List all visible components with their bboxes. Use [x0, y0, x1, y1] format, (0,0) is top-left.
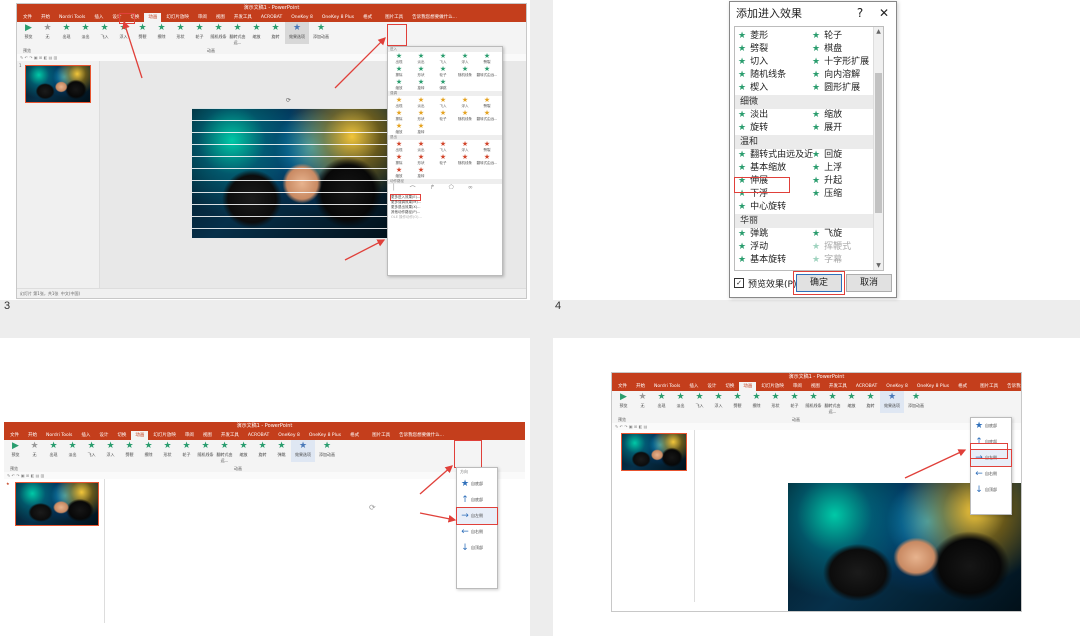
- close-icon[interactable]: ✕: [872, 6, 896, 20]
- effect-item[interactable]: ★ 旋转: [735, 122, 809, 135]
- annotation-box-stretch: [734, 177, 790, 193]
- star-icon: ★: [738, 229, 747, 239]
- star-icon: ★: [738, 242, 747, 252]
- effect-item[interactable]: ★ 菱形: [735, 30, 809, 43]
- effect-row: ★ 随机线条 ★ 向内溶解: [735, 69, 883, 82]
- scroll-up-icon[interactable]: ▲: [874, 28, 883, 35]
- effect-list: ★ 菱形 ★ 轮子 ★ 劈裂 ★ 棋盘 ★ 切入 ★ 十字形扩展 ★ 随机线条 ★ 向内溶解 ★ 楔入 ★ 圆形扩展细…: [734, 26, 884, 271]
- star-icon: ★: [812, 255, 821, 265]
- star-icon: ★: [738, 70, 747, 80]
- effect-item: [809, 201, 883, 214]
- effect-item[interactable]: ★ 中心旋转: [735, 201, 809, 214]
- star-icon: ★: [812, 44, 821, 54]
- effect-item[interactable]: ★ 展开: [809, 122, 883, 135]
- star-icon: ★: [812, 242, 821, 252]
- effect-item[interactable]: ★ 淡出: [735, 109, 809, 122]
- star-icon: ★: [738, 57, 747, 67]
- annotation-arrows-3: [419, 465, 457, 523]
- effect-item[interactable]: ★ 弹跳: [735, 228, 809, 241]
- preview-label: 预览效果(P): [748, 279, 797, 290]
- effect-item[interactable]: ★ 基本缩放: [735, 162, 809, 175]
- effect-item[interactable]: ★ 浮动: [735, 241, 809, 254]
- effect-item[interactable]: ★ 飞旋: [809, 228, 883, 241]
- category-exciting: 华丽: [735, 214, 883, 228]
- star-icon: ★: [812, 31, 821, 41]
- panel-1: 演示文稿1 - PowerPoint 文件 开始 Nordri Tools 插入 设计切…: [0, 0, 530, 312]
- scrollbar-thumb[interactable]: [875, 73, 882, 213]
- panel-number-3: 3: [4, 300, 11, 312]
- effect-item[interactable]: ★ 压缩: [809, 188, 883, 201]
- effect-item[interactable]: ★ 轮子: [809, 30, 883, 43]
- star-icon: ★: [738, 202, 747, 212]
- effect-item[interactable]: ★ 十字形扩展: [809, 56, 883, 69]
- effect-row: ★ 翻转式由远及近 ★ 回旋: [735, 149, 883, 162]
- star-icon: ★: [738, 163, 747, 173]
- effect-item[interactable]: ★ 楔入: [735, 82, 809, 95]
- effect-item[interactable]: ★ 缩放: [809, 109, 883, 122]
- effect-row: ★ 基本旋转 ★ 字幕: [735, 254, 883, 267]
- star-icon: ★: [738, 83, 747, 93]
- effect-item[interactable]: ★ 字幕: [809, 254, 883, 267]
- cancel-button[interactable]: 取消: [846, 274, 892, 292]
- preview-checkbox[interactable]: ✓: [734, 278, 744, 288]
- star-icon: ★: [738, 110, 747, 120]
- star-icon: ★: [812, 70, 821, 80]
- annotation-arrows: [122, 20, 386, 261]
- effect-item[interactable]: ★ 随机线条: [735, 69, 809, 82]
- panel-4: 演示文稿1 - PowerPoint 文件 开始 Nordri Tools 插入 设计切…: [553, 338, 1080, 636]
- effect-item[interactable]: ★ 切入: [735, 56, 809, 69]
- dialog-title: 添加进入效果: [736, 7, 802, 20]
- effect-item[interactable]: ★ 翻转式由远及近: [735, 149, 813, 162]
- star-icon: ★: [738, 31, 747, 41]
- annotation-arrows-4: [904, 449, 967, 479]
- effect-item[interactable]: ★ 圆形扩展: [809, 82, 883, 95]
- effect-item[interactable]: ★ 上浮: [809, 162, 883, 175]
- panel-3: 演示文稿1 - PowerPoint 文件 开始 Nordri Tools 插入 设计切…: [0, 338, 530, 636]
- add-entrance-effect-dialog: 添加进入效果 ? ✕ ★ 菱形 ★ 轮子 ★ 劈裂 ★ 棋盘 ★ 切入 ★ 十字形扩展 ★ 随机线条 ★ 向内…: [729, 1, 897, 298]
- star-icon: ★: [812, 189, 821, 199]
- effect-row: ★ 切入 ★ 十字形扩展: [735, 56, 883, 69]
- star-icon: ★: [812, 123, 821, 133]
- effect-row: ★ 基本缩放 ★ 上浮: [735, 162, 883, 175]
- star-icon: ★: [812, 229, 821, 239]
- star-icon: ★: [812, 83, 821, 93]
- effect-row: ★ 浮动 ★ 挥鞭式: [735, 241, 883, 254]
- annotation-box-ok: [793, 271, 845, 295]
- star-icon: ★: [812, 57, 821, 67]
- effect-item[interactable]: ★ 基本旋转: [735, 254, 809, 267]
- effect-row: ★ 弹跳 ★ 飞旋: [735, 228, 883, 241]
- panel-2: 添加进入效果 ? ✕ ★ 菱形 ★ 轮子 ★ 劈裂 ★ 棋盘 ★ 切入 ★ 十字形扩展 ★ 随机线条 ★ 向内…: [553, 0, 1080, 312]
- effect-row: ★ 菱形 ★ 轮子: [735, 30, 883, 43]
- star-icon: ★: [812, 110, 821, 120]
- effect-row: ★ 淡出 ★ 缩放: [735, 109, 883, 122]
- panel-number-4: 4: [555, 300, 562, 312]
- star-icon: ★: [738, 44, 747, 54]
- scroll-down-icon[interactable]: ▼: [874, 262, 883, 269]
- category-moderate: 温和: [735, 135, 883, 149]
- effect-row: ★ 旋转 ★ 展开: [735, 122, 883, 135]
- effect-row: ★ 中心旋转: [735, 201, 883, 214]
- effect-item[interactable]: ★ 棋盘: [809, 43, 883, 56]
- effect-item[interactable]: ★ 向内溶解: [809, 69, 883, 82]
- category-subtle: 细微: [735, 95, 883, 109]
- effect-list-scrollbar[interactable]: ▲ ▼: [873, 27, 883, 270]
- star-icon: ★: [812, 163, 821, 173]
- effect-item[interactable]: ★ 回旋: [809, 149, 883, 162]
- effect-item[interactable]: ★ 挥鞭式: [809, 241, 883, 254]
- effect-row: ★ 劈裂 ★ 棋盘: [735, 43, 883, 56]
- effect-item[interactable]: ★ 劈裂: [735, 43, 809, 56]
- effect-item[interactable]: ★ 升起: [809, 175, 883, 188]
- effect-row: ★ 楔入 ★ 圆形扩展: [735, 82, 883, 95]
- star-icon: ★: [812, 150, 821, 160]
- star-icon: ★: [738, 255, 747, 265]
- star-icon: ★: [738, 123, 747, 133]
- help-icon[interactable]: ?: [848, 6, 872, 20]
- star-icon: ★: [812, 176, 821, 186]
- star-icon: ★: [738, 150, 747, 160]
